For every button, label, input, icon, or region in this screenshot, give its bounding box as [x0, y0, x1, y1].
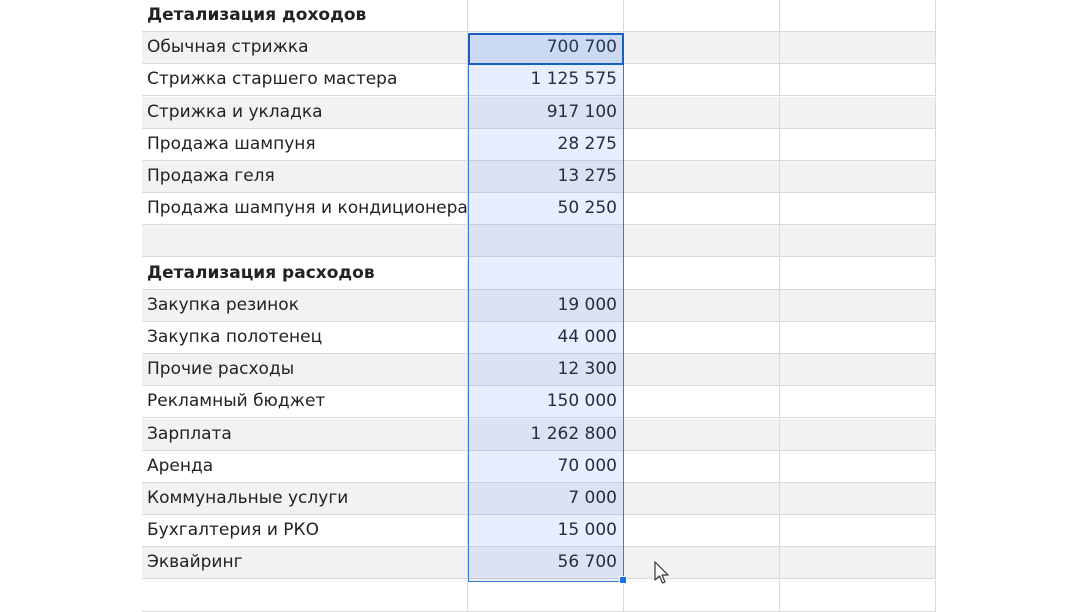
- empty-cell[interactable]: [624, 419, 780, 450]
- empty-cell[interactable]: [624, 193, 780, 224]
- row-label-cell[interactable]: Обычная стрижка: [142, 32, 468, 63]
- empty-cell[interactable]: [624, 580, 780, 611]
- amount-cell[interactable]: 15 000: [468, 515, 624, 546]
- table-row: Коммунальные услуги 7 000: [142, 483, 936, 515]
- row-label-cell[interactable]: Коммунальные услуги: [142, 483, 468, 514]
- amount-cell[interactable]: 1 262 800: [468, 419, 624, 450]
- row-label-cell[interactable]: Рекламный бюджет: [142, 386, 468, 417]
- spreadsheet-grid: Детализация доходов Обычная стрижка 700 70…: [142, 0, 936, 612]
- empty-cell[interactable]: [780, 129, 936, 160]
- amount-cell[interactable]: [468, 580, 624, 611]
- amount-cell[interactable]: 700 700: [468, 32, 624, 63]
- amount-cell[interactable]: 1 125 575: [468, 64, 624, 95]
- table-row: [142, 225, 936, 257]
- row-label-cell[interactable]: Аренда: [142, 451, 468, 482]
- row-label-cell[interactable]: Стрижка и укладка: [142, 97, 468, 128]
- empty-cell[interactable]: [780, 193, 936, 224]
- amount-cell[interactable]: 28 275: [468, 129, 624, 160]
- table-row: Продажа шампуня 28 275: [142, 129, 936, 161]
- empty-cell[interactable]: [624, 161, 780, 192]
- empty-cell[interactable]: [780, 322, 936, 353]
- table-row: Прочие расходы 12 300: [142, 354, 936, 386]
- row-label-cell[interactable]: [142, 580, 468, 611]
- empty-cell[interactable]: [780, 419, 936, 450]
- amount-cell[interactable]: [468, 258, 624, 289]
- table-row: Эквайринг 56 700: [142, 547, 936, 579]
- empty-cell[interactable]: [780, 32, 936, 63]
- row-label-cell[interactable]: Закупка полотенец: [142, 322, 468, 353]
- empty-cell[interactable]: [780, 451, 936, 482]
- amount-cell[interactable]: 917 100: [468, 97, 624, 128]
- amount-cell[interactable]: 44 000: [468, 322, 624, 353]
- row-label-cell[interactable]: [142, 225, 468, 256]
- table-row: Продажа шампуня и кондиционера 50 250: [142, 193, 936, 225]
- table-row: Зарплата 1 262 800: [142, 419, 936, 451]
- empty-cell[interactable]: [624, 290, 780, 321]
- empty-cell[interactable]: [624, 258, 780, 289]
- amount-cell[interactable]: 12 300: [468, 354, 624, 385]
- amount-cell[interactable]: 70 000: [468, 451, 624, 482]
- amount-cell[interactable]: 7 000: [468, 483, 624, 514]
- empty-cell[interactable]: [780, 0, 936, 31]
- empty-cell[interactable]: [780, 290, 936, 321]
- row-label-cell[interactable]: Продажа шампуня: [142, 129, 468, 160]
- empty-cell[interactable]: [624, 64, 780, 95]
- row-label-cell[interactable]: Закупка резинок: [142, 290, 468, 321]
- empty-cell[interactable]: [780, 258, 936, 289]
- amount-cell[interactable]: [468, 225, 624, 256]
- empty-cell[interactable]: [624, 547, 780, 578]
- amount-cell[interactable]: 13 275: [468, 161, 624, 192]
- empty-cell[interactable]: [624, 129, 780, 160]
- empty-cell[interactable]: [780, 97, 936, 128]
- table-row: Рекламный бюджет 150 000: [142, 386, 936, 418]
- empty-cell[interactable]: [780, 580, 936, 611]
- empty-cell[interactable]: [624, 515, 780, 546]
- empty-cell[interactable]: [780, 515, 936, 546]
- mouse-pointer-icon: [654, 561, 669, 584]
- empty-cell[interactable]: [624, 322, 780, 353]
- empty-cell[interactable]: [624, 225, 780, 256]
- table-row: Аренда 70 000: [142, 451, 936, 483]
- table-row: Продажа геля 13 275: [142, 161, 936, 193]
- empty-cell[interactable]: [624, 386, 780, 417]
- row-label-cell[interactable]: Продажа шампуня и кондиционера: [142, 193, 468, 224]
- table-row: Детализация расходов: [142, 258, 936, 290]
- empty-cell[interactable]: [624, 354, 780, 385]
- table-row: Стрижка старшего мастера 1 125 575: [142, 64, 936, 96]
- section-header-cell[interactable]: Детализация доходов: [142, 0, 468, 31]
- table-row: Обычная стрижка 700 700: [142, 32, 936, 64]
- empty-cell[interactable]: [780, 225, 936, 256]
- row-label-cell[interactable]: Бухгалтерия и РКО: [142, 515, 468, 546]
- table-row: Бухгалтерия и РКО 15 000: [142, 515, 936, 547]
- amount-cell[interactable]: [468, 0, 624, 31]
- table-row: Детализация доходов: [142, 0, 936, 32]
- table-row: Стрижка и укладка 917 100: [142, 97, 936, 129]
- table-row: [142, 580, 936, 612]
- empty-cell[interactable]: [780, 161, 936, 192]
- empty-cell[interactable]: [624, 0, 780, 31]
- empty-cell[interactable]: [780, 64, 936, 95]
- fill-handle-icon[interactable]: [619, 576, 627, 584]
- empty-cell[interactable]: [780, 354, 936, 385]
- row-label-cell[interactable]: Зарплата: [142, 419, 468, 450]
- empty-cell[interactable]: [780, 547, 936, 578]
- empty-cell[interactable]: [780, 386, 936, 417]
- amount-cell[interactable]: 50 250: [468, 193, 624, 224]
- table-row: Закупка резинок 19 000: [142, 290, 936, 322]
- table-row: Закупка полотенец 44 000: [142, 322, 936, 354]
- empty-cell[interactable]: [624, 483, 780, 514]
- row-label-cell[interactable]: Эквайринг: [142, 547, 468, 578]
- section-header-cell[interactable]: Детализация расходов: [142, 258, 468, 289]
- empty-cell[interactable]: [624, 97, 780, 128]
- empty-cell[interactable]: [624, 32, 780, 63]
- amount-cell[interactable]: 19 000: [468, 290, 624, 321]
- empty-cell[interactable]: [780, 483, 936, 514]
- row-label-cell[interactable]: Продажа геля: [142, 161, 468, 192]
- empty-cell[interactable]: [624, 451, 780, 482]
- amount-cell[interactable]: 150 000: [468, 386, 624, 417]
- row-label-cell[interactable]: Стрижка старшего мастера: [142, 64, 468, 95]
- amount-cell[interactable]: 56 700: [468, 547, 624, 578]
- row-label-cell[interactable]: Прочие расходы: [142, 354, 468, 385]
